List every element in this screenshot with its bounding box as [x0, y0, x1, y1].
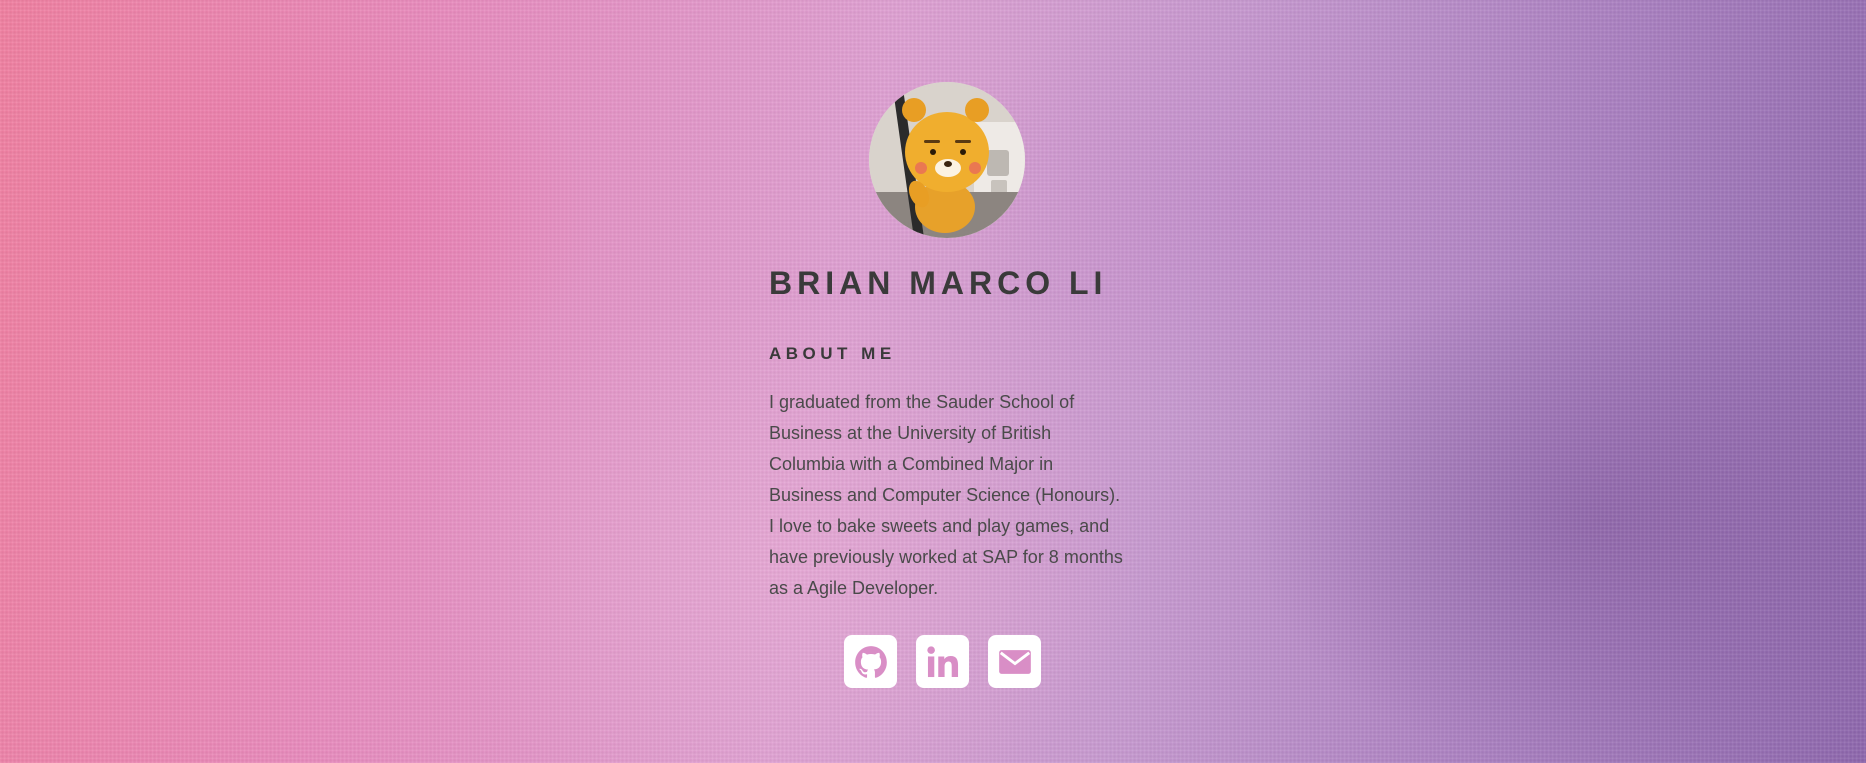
- github-link[interactable]: [844, 635, 897, 688]
- github-icon: [854, 645, 887, 678]
- linkedin-icon: [926, 645, 958, 677]
- email-link[interactable]: [988, 635, 1041, 688]
- email-icon: [998, 649, 1031, 674]
- profile-name: BRIAN MARCO LI: [769, 265, 1108, 301]
- about-text: I graduated from the Sauder School of Bu…: [769, 392, 1123, 598]
- linkedin-link[interactable]: [916, 635, 969, 688]
- plush-toy-avatar-photo: [869, 82, 1025, 238]
- social-links: [844, 635, 1041, 688]
- about-heading: ABOUT ME: [769, 344, 896, 363]
- avatar: [869, 82, 1025, 238]
